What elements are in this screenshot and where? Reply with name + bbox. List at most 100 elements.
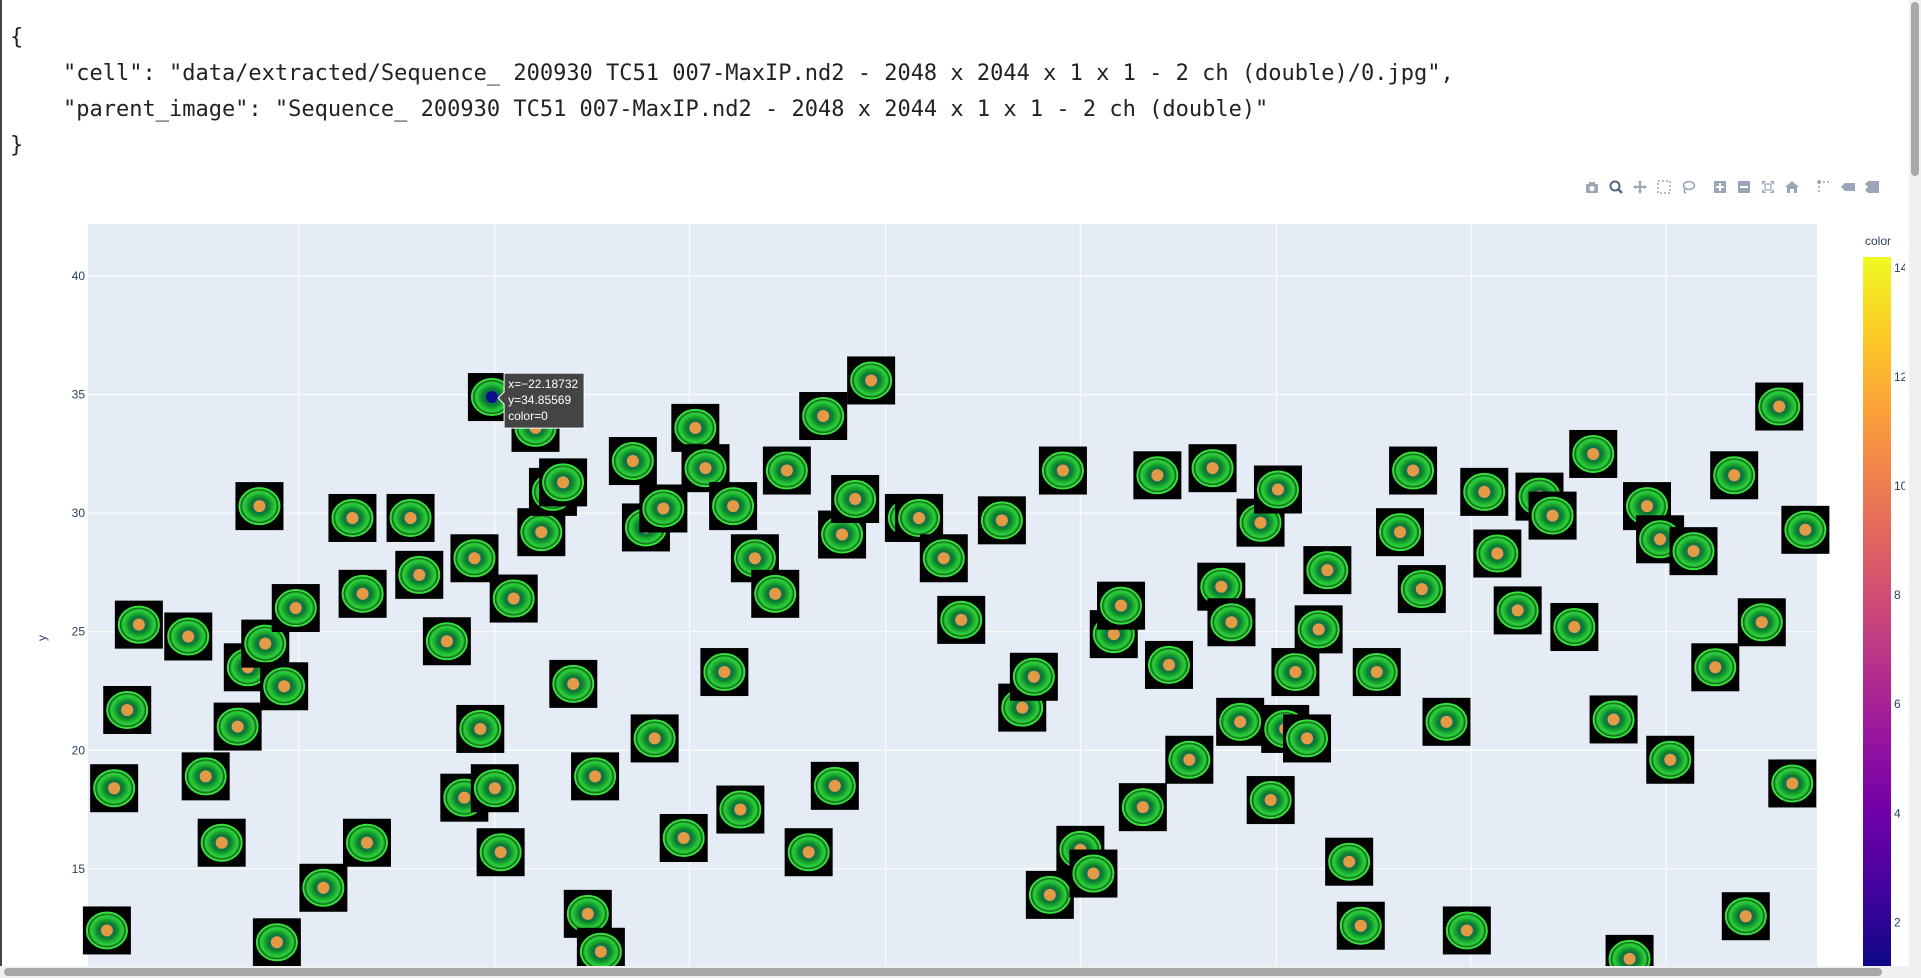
point-marker[interactable] — [1043, 888, 1056, 901]
cell-point[interactable] — [1294, 605, 1343, 654]
point-marker[interactable] — [1215, 580, 1228, 593]
cell-point[interactable] — [197, 818, 246, 867]
cell-point[interactable] — [700, 648, 749, 697]
horizontal-scrollbar-thumb[interactable] — [4, 968, 1882, 976]
cell-point[interactable] — [847, 356, 896, 405]
point-marker[interactable] — [458, 791, 471, 804]
cell-point[interactable] — [608, 437, 657, 486]
cell-point[interactable] — [639, 484, 688, 533]
cell-point[interactable] — [831, 474, 880, 523]
cell-point[interactable] — [1397, 565, 1446, 614]
point-marker[interactable] — [836, 528, 849, 541]
spike-lines-icon[interactable] — [1812, 176, 1836, 198]
point-marker[interactable] — [278, 680, 291, 693]
point-marker[interactable] — [1234, 715, 1247, 728]
point-marker[interactable] — [132, 618, 145, 631]
point-marker[interactable] — [1773, 400, 1786, 413]
point-marker[interactable] — [1407, 464, 1420, 477]
point-marker[interactable] — [699, 462, 712, 475]
point-marker[interactable] — [769, 587, 782, 600]
hover-compare-icon[interactable] — [1860, 176, 1884, 198]
cell-point[interactable] — [1188, 444, 1237, 493]
point-marker[interactable] — [1755, 616, 1768, 629]
cell-point[interactable] — [1253, 465, 1302, 514]
point-marker[interactable] — [474, 722, 487, 735]
point-marker[interactable] — [780, 464, 793, 477]
vertical-scrollbar-thumb[interactable] — [1911, 2, 1919, 176]
point-marker[interactable] — [1654, 533, 1667, 546]
point-marker[interactable] — [535, 526, 548, 539]
point-marker[interactable] — [718, 666, 731, 679]
point-marker[interactable] — [1312, 623, 1325, 636]
pan-icon[interactable] — [1628, 176, 1652, 198]
cell-point[interactable] — [164, 612, 213, 661]
point-marker[interactable] — [1415, 583, 1428, 596]
point-marker[interactable] — [1623, 952, 1636, 965]
point-marker[interactable] — [567, 677, 580, 690]
cell-point[interactable] — [716, 785, 765, 834]
point-marker[interactable] — [1183, 753, 1196, 766]
cell-point[interactable] — [1069, 849, 1118, 898]
cell-point[interactable] — [937, 595, 986, 644]
cell-point[interactable] — [1144, 640, 1193, 689]
point-marker[interactable] — [1354, 919, 1367, 932]
point-marker[interactable] — [1739, 910, 1752, 923]
point-marker[interactable] — [626, 455, 639, 468]
point-marker[interactable] — [1440, 715, 1453, 728]
point-marker[interactable] — [589, 770, 602, 783]
point-marker[interactable] — [1568, 621, 1581, 634]
point-marker[interactable] — [1136, 801, 1149, 814]
cell-point[interactable] — [1460, 467, 1509, 516]
cell-point[interactable] — [762, 446, 811, 495]
zoom-icon[interactable] — [1604, 176, 1628, 198]
cell-point[interactable] — [1473, 529, 1522, 578]
cell-point[interactable] — [810, 761, 859, 810]
box-select-icon[interactable] — [1652, 176, 1676, 198]
reset-axes-icon[interactable] — [1780, 176, 1804, 198]
point-marker[interactable] — [1687, 545, 1700, 558]
point-marker[interactable] — [507, 592, 520, 605]
point-marker[interactable] — [488, 782, 501, 795]
point-marker[interactable] — [317, 881, 330, 894]
cell-point[interactable] — [476, 828, 525, 877]
cell-point[interactable] — [235, 482, 284, 531]
cell-point[interactable] — [1325, 837, 1374, 886]
zoom-in-icon[interactable] — [1708, 176, 1732, 198]
point-marker[interactable] — [937, 552, 950, 565]
cell-point[interactable] — [1165, 735, 1214, 784]
cell-point[interactable] — [1216, 697, 1265, 746]
cell-point[interactable] — [181, 752, 230, 801]
cell-point[interactable] — [1352, 648, 1401, 697]
point-marker[interactable] — [1206, 462, 1219, 475]
cell-point[interactable] — [784, 828, 833, 877]
point-marker[interactable] — [1115, 599, 1128, 612]
scatter-plot[interactable]: 15 20 25 30 35 40 y x=−22.18732 y=34.85569 colo… — [0, 208, 1905, 966]
point-marker[interactable] — [557, 476, 570, 489]
cell-point[interactable] — [1422, 697, 1471, 746]
cell-point[interactable] — [1528, 491, 1577, 540]
cell-point[interactable] — [1605, 934, 1654, 966]
point-marker[interactable] — [1799, 523, 1812, 536]
cell-point[interactable] — [1133, 451, 1182, 500]
cell-point[interactable] — [386, 493, 435, 542]
cell-point[interactable] — [751, 569, 800, 618]
point-marker[interactable] — [494, 846, 507, 859]
cell-point[interactable] — [1038, 446, 1087, 495]
cell-point[interactable] — [1097, 581, 1146, 630]
point-marker[interactable] — [485, 391, 498, 404]
point-marker[interactable] — [1664, 753, 1677, 766]
cell-point[interactable] — [1710, 451, 1759, 500]
cell-point[interactable] — [799, 392, 848, 441]
point-marker[interactable] — [1301, 732, 1314, 745]
cell-point[interactable] — [1442, 906, 1491, 955]
point-marker[interactable] — [1107, 628, 1120, 641]
cell-point[interactable] — [338, 569, 387, 618]
zoom-out-icon[interactable] — [1732, 176, 1756, 198]
cell-point[interactable] — [539, 458, 588, 507]
point-marker[interactable] — [648, 732, 661, 745]
vertical-scrollbar[interactable] — [1909, 0, 1921, 966]
cell-point[interactable] — [470, 764, 519, 813]
cell-point[interactable] — [1271, 648, 1320, 697]
cell-point[interactable] — [1283, 714, 1332, 763]
point-marker[interactable] — [581, 907, 594, 920]
